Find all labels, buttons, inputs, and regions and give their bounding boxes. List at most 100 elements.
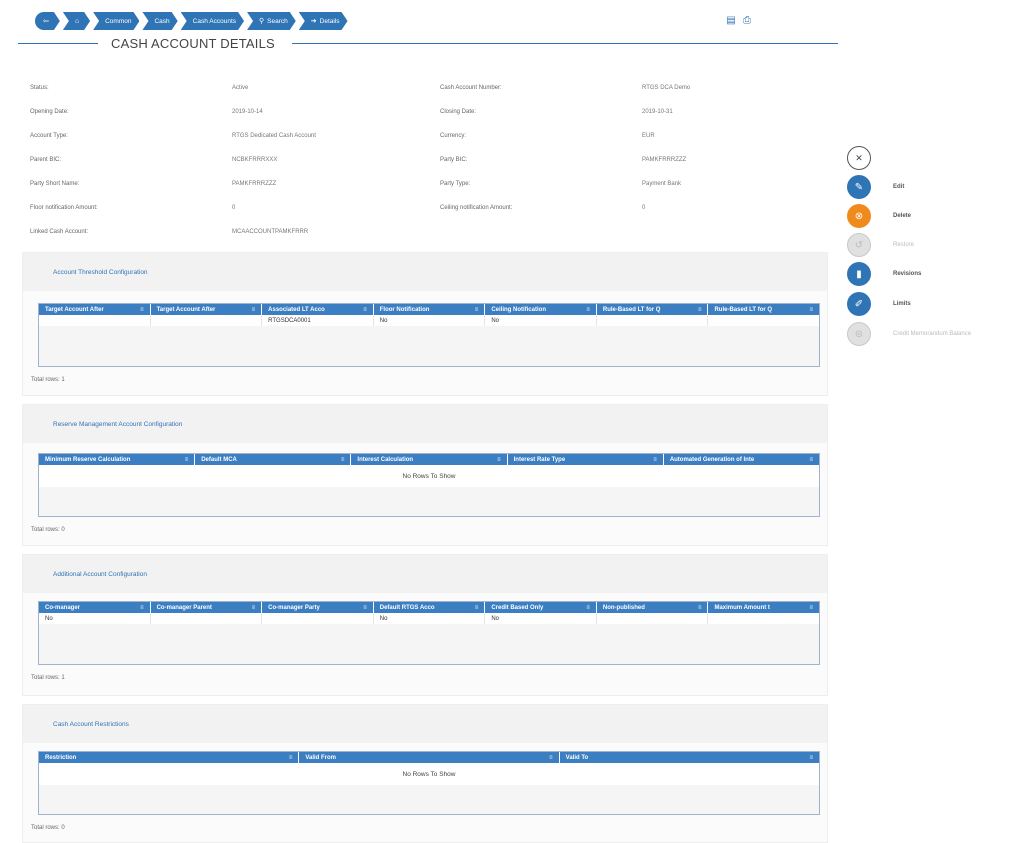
threshold-section-title[interactable]: Account Threshold Configuration [23, 253, 827, 291]
parent-bic-label: Parent BIC: [30, 157, 62, 163]
party-short-name-value: PAMKFRRRZZZ [232, 181, 277, 187]
sort-icon[interactable]: ≡ [341, 457, 345, 463]
breadcrumb-back-button[interactable]: ⇦ [35, 12, 60, 30]
revisions-action[interactable]: ▮ Revisions [847, 262, 921, 286]
table-row[interactable]: No No No [39, 613, 819, 624]
threshold-grid-header: Target Account After ≡ Target Account Aft… [39, 304, 819, 315]
restrictions-section: Cash Account Restrictions Restriction ≡ V… [22, 704, 828, 843]
sort-icon[interactable]: ≡ [810, 605, 814, 611]
sort-icon[interactable]: ≡ [698, 307, 702, 313]
grid-column-header[interactable]: Associated LT Acco ≡ [262, 304, 374, 315]
table-row[interactable]: RTGSDCA0001 No No [39, 315, 819, 326]
sort-icon[interactable]: ≡ [586, 307, 590, 313]
grid-column-header[interactable]: Automated Generation of Inte ≡ [664, 454, 819, 465]
grid-column-header[interactable]: Co-manager Parent ≡ [151, 602, 263, 613]
credit-memorandum-action: ⊜ Credit Memorandum Balance [847, 322, 971, 346]
grid-column-header[interactable]: Restriction ≡ [39, 752, 300, 763]
floor-notification-label: Floor notification Amount: [30, 205, 98, 211]
additional-section-title[interactable]: Additional Account Configuration [23, 555, 827, 593]
sort-icon[interactable]: ≡ [475, 605, 479, 611]
copy-icon[interactable]: ▤ [725, 14, 737, 26]
revisions-label[interactable]: Revisions [893, 271, 921, 277]
limits-icon[interactable]: ✐ [847, 292, 871, 316]
edit-label[interactable]: Edit [893, 184, 904, 190]
grid-column-header[interactable]: Rule-Based LT for Q ≡ [708, 304, 819, 315]
restrictions-section-title[interactable]: Cash Account Restrictions [23, 705, 827, 743]
closing-date-label: Closing Date: [440, 109, 477, 115]
breadcrumb-home[interactable]: ⌂ [63, 12, 90, 30]
cash-account-number-label: Cash Account Number: [440, 85, 502, 91]
sort-icon[interactable]: ≡ [698, 605, 702, 611]
grid-column-header[interactable]: Co-manager ≡ [39, 602, 151, 613]
sort-icon[interactable]: ≡ [363, 605, 367, 611]
grid-column-header[interactable]: Floor Notification ≡ [374, 304, 486, 315]
grid-column-header[interactable]: Interest Calculation ≡ [351, 454, 508, 465]
print-icon[interactable]: ⎙ [741, 14, 753, 26]
home-icon: ⌂ [74, 17, 80, 25]
status-value: Active [232, 85, 249, 91]
table-cell: No [485, 613, 597, 624]
limits-label[interactable]: Limits [893, 301, 911, 307]
sort-icon[interactable]: ≡ [140, 307, 144, 313]
grid-column-header[interactable]: Minimum Reserve Calculation ≡ [39, 454, 196, 465]
sort-icon[interactable]: ≡ [810, 457, 814, 463]
additional-total-rows: Total rows: 1 [31, 675, 65, 681]
close-icon[interactable]: ✕ [847, 146, 871, 170]
details-icon: ➔ [310, 18, 317, 25]
restrictions-grid-header: Restriction ≡ Valid From ≡ Valid To ≡ [39, 752, 819, 763]
grid-column-header[interactable]: Target Account After ≡ [39, 304, 151, 315]
close-action[interactable]: ✕ [847, 146, 871, 170]
linked-cash-account-label: Linked Cash Account: [30, 229, 89, 235]
delete-label[interactable]: Delete [893, 213, 911, 219]
sort-icon[interactable]: ≡ [289, 755, 293, 761]
grid-column-header[interactable]: Co-manager Party ≡ [262, 602, 374, 613]
edit-action[interactable]: ✎ Edit [847, 175, 904, 199]
sort-icon[interactable]: ≡ [497, 457, 501, 463]
limits-action[interactable]: ✐ Limits [847, 292, 911, 316]
grid-column-header[interactable]: Valid To ≡ [560, 752, 819, 763]
breadcrumb-item-cash-accounts[interactable]: Cash Accounts [181, 12, 244, 30]
revisions-icon[interactable]: ▮ [847, 262, 871, 286]
breadcrumb-item-common[interactable]: Common [93, 12, 139, 30]
delete-action[interactable]: ⊗ Delete [847, 204, 911, 228]
column-label: Valid From [305, 754, 337, 761]
grid-column-header[interactable]: Non-published ≡ [597, 602, 709, 613]
sort-icon[interactable]: ≡ [475, 307, 479, 313]
sort-icon[interactable]: ≡ [809, 755, 813, 761]
status-label: Status: [30, 85, 49, 91]
floor-notification-value: 0 [232, 205, 236, 211]
grid-column-header[interactable]: Interest Rate Type ≡ [508, 454, 664, 465]
sort-icon[interactable]: ≡ [810, 307, 814, 313]
grid-column-header[interactable]: Target Account After ≡ [151, 304, 263, 315]
sort-icon[interactable]: ≡ [549, 755, 553, 761]
column-label: Minimum Reserve Calculation [45, 456, 131, 463]
grid-column-header[interactable]: Rule-Based LT for Q ≡ [597, 304, 709, 315]
reserve-grid-header: Minimum Reserve Calculation ≡ Default MCA… [39, 454, 819, 465]
sort-icon[interactable]: ≡ [140, 605, 144, 611]
sort-icon[interactable]: ≡ [653, 457, 657, 463]
delete-icon[interactable]: ⊗ [847, 204, 871, 228]
table-cell: No [39, 613, 151, 624]
sort-icon[interactable]: ≡ [185, 457, 189, 463]
grid-column-header[interactable]: Ceiling Notification ≡ [485, 304, 597, 315]
breadcrumb-item-details[interactable]: ➔ Details [299, 12, 348, 30]
breadcrumb-item-search[interactable]: ⚲ Search [247, 12, 296, 30]
table-cell [151, 315, 263, 326]
grid-column-header[interactable]: Valid From ≡ [299, 752, 560, 763]
grid-column-header[interactable]: Maximum Amount t ≡ [708, 602, 819, 613]
grid-column-header[interactable]: Credit Based Only ≡ [485, 602, 597, 613]
sort-icon[interactable]: ≡ [252, 307, 256, 313]
currency-label: Currency: [440, 133, 467, 139]
breadcrumb-item-cash[interactable]: Cash [142, 12, 177, 30]
sort-icon[interactable]: ≡ [586, 605, 590, 611]
edit-icon[interactable]: ✎ [847, 175, 871, 199]
reserve-section-title[interactable]: Reserve Management Account Configuration [23, 405, 827, 443]
account-type-value: RTGS Dedicated Cash Account [232, 133, 316, 139]
grid-column-header[interactable]: Default RTGS Acco ≡ [374, 602, 486, 613]
grid-column-header[interactable]: Default MCA ≡ [195, 454, 352, 465]
sort-icon[interactable]: ≡ [363, 307, 367, 313]
sort-icon[interactable]: ≡ [252, 605, 256, 611]
no-rows-message: No Rows To Show [39, 465, 819, 487]
restrictions-grid: Restriction ≡ Valid From ≡ Valid To ≡ No Ro… [38, 751, 820, 815]
restrictions-total-rows: Total rows: 0 [31, 825, 65, 831]
